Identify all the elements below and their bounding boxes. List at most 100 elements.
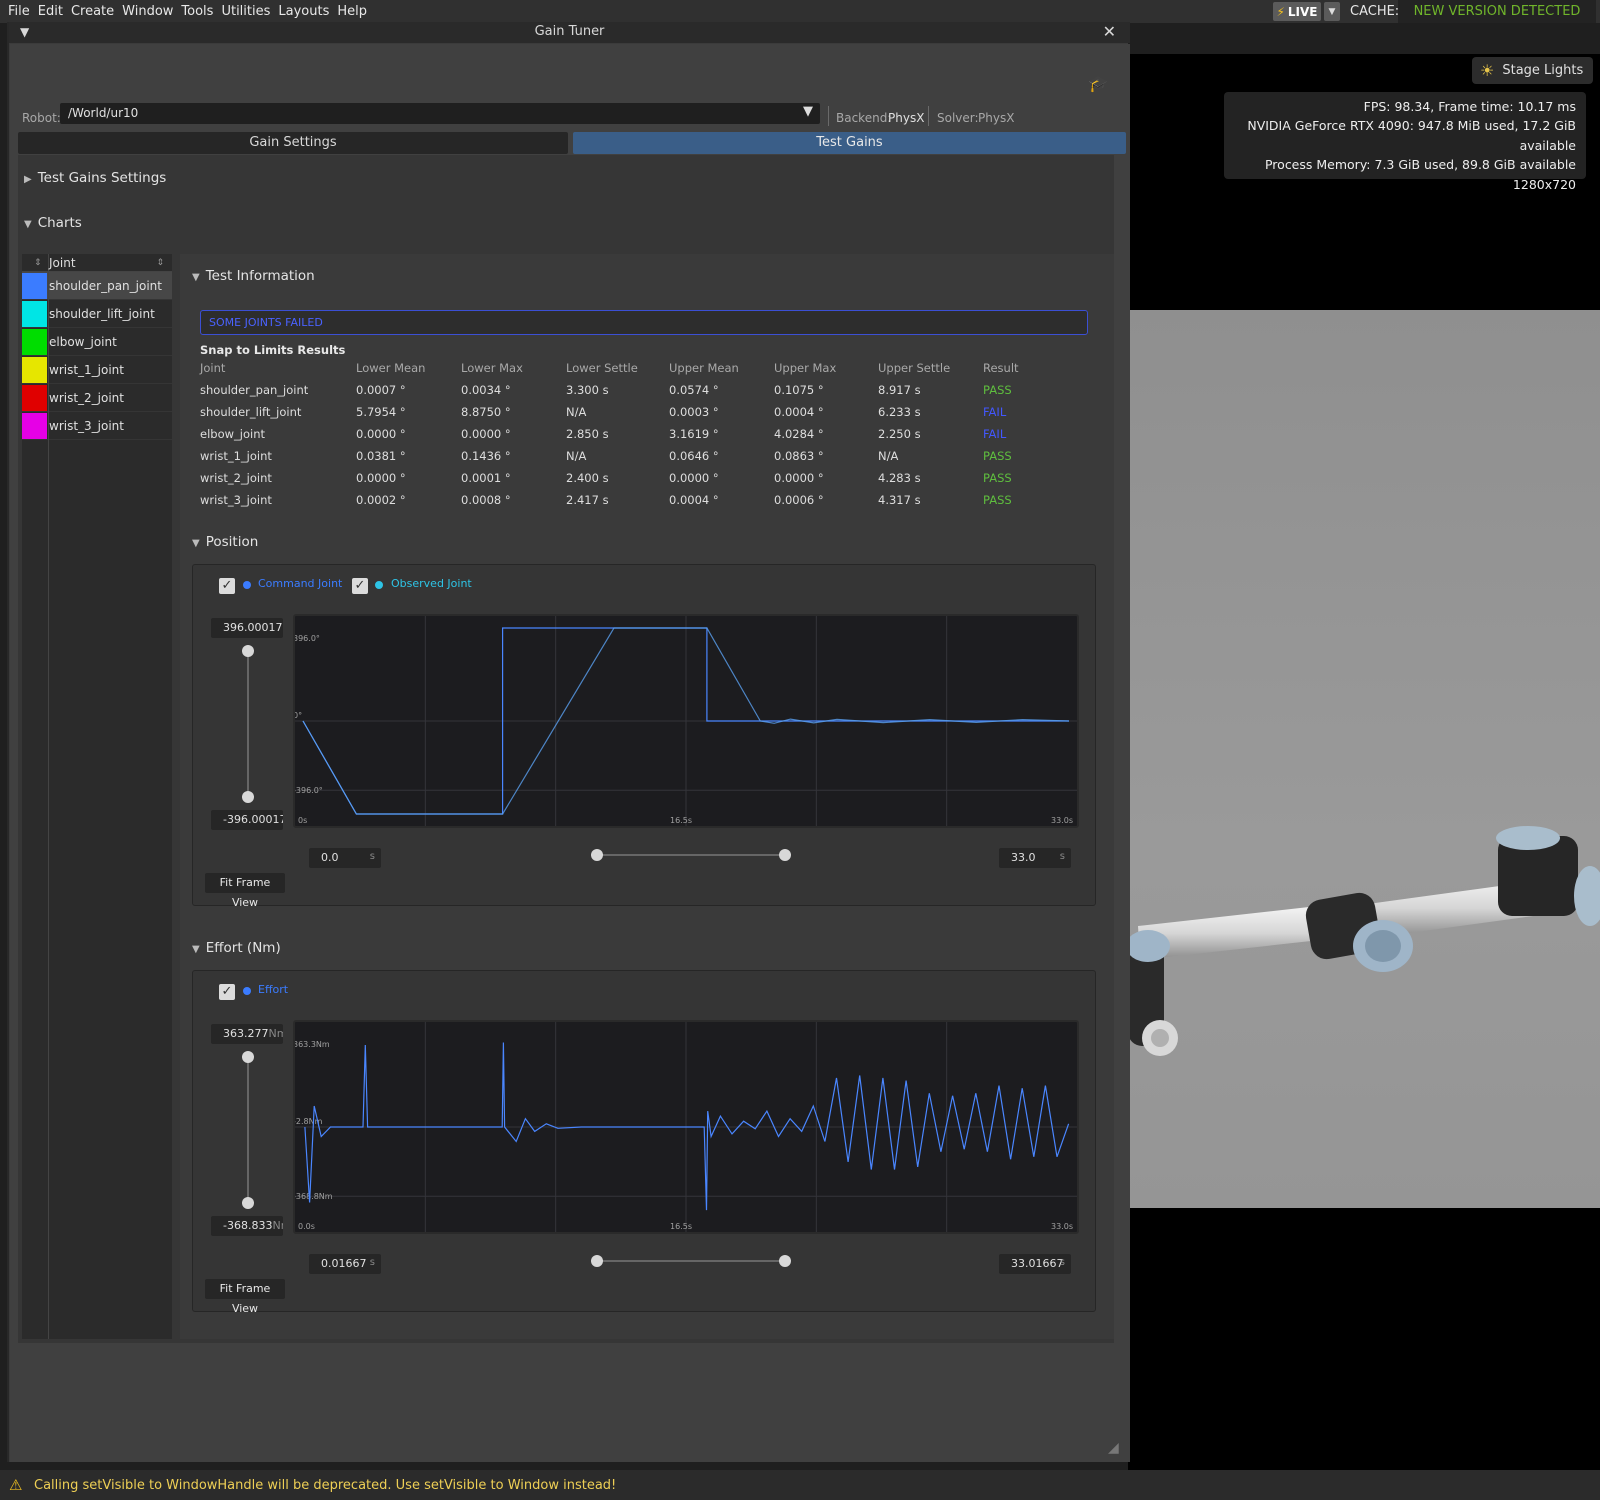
y-min-field[interactable]: -368.833Nm (211, 1216, 283, 1236)
legend-command-joint: Command Joint (258, 577, 343, 590)
test-gains-settings-header[interactable]: ▶ Test Gains Settings (24, 170, 166, 186)
joint-color-swatch (22, 356, 47, 383)
y-min-value: -368.833 (223, 1219, 273, 1232)
table-cell: 0.0004 ° (669, 493, 719, 507)
live-button[interactable]: ⚡ LIVE (1273, 2, 1321, 21)
time-range-slider[interactable] (597, 854, 785, 856)
tab-gain-settings[interactable]: Gain Settings (18, 132, 568, 154)
collapse-arrow-icon: ▼ (192, 944, 200, 955)
time-end-handle[interactable] (779, 1255, 791, 1267)
table-cell: shoulder_lift_joint (200, 405, 302, 419)
table-cell: 0.0000 ° (669, 471, 719, 485)
table-cell: N/A (566, 449, 587, 463)
joint-color-swatch (22, 384, 47, 411)
table-cell: wrist_1_joint (200, 449, 272, 463)
x-tick-label: 33.0s (1051, 816, 1073, 825)
viewport[interactable]: ☀ Stage Lights FPS: 98.34, Frame time: 1… (1128, 54, 1600, 1470)
joint-row[interactable]: wrist_2_joint (22, 384, 172, 412)
y-max-field[interactable]: 396.00017° (211, 618, 283, 638)
joint-row[interactable]: shoulder_pan_joint (22, 272, 172, 300)
effort-checkbox[interactable]: ✓ (219, 984, 235, 1000)
table-cell: 0.0000 ° (774, 471, 824, 485)
y-min-field[interactable]: -396.00017° (211, 810, 283, 830)
y-max-unit: ° (283, 621, 284, 634)
start-time-field[interactable]: 0.0 s (309, 848, 381, 868)
effort-chart: ✓ Effort 363.277Nm -368.833Nm 363.3Nm -2… (192, 970, 1096, 1315)
position-plot-area[interactable]: 396.0° 0° -396.0° 0s 16.5s 33.0s (293, 614, 1079, 828)
viewport-stats: FPS: 98.34, Frame time: 10.17 ms NVIDIA … (1224, 92, 1586, 192)
window-titlebar[interactable]: ▼ Gain Tuner ✕ (9, 22, 1130, 43)
joint-row[interactable]: wrist_1_joint (22, 356, 172, 384)
table-cell: 0.1436 ° (461, 449, 511, 463)
stage-lights-button[interactable]: ☀ Stage Lights (1472, 57, 1593, 84)
effort-plot-area[interactable]: 363.3Nm -2.8Nm -368.8Nm 0.0s 16.5s 33.0s (293, 1020, 1079, 1234)
results-row: shoulder_pan_joint 0.0007 ° 0.0034 ° 3.300 … (200, 383, 1080, 405)
test-gains-pane: ▶ Test Gains Settings ▼ Charts ⇕ Joint ⇕ s… (18, 155, 1114, 1343)
time-end-handle[interactable] (779, 849, 791, 861)
menu-file[interactable]: File (0, 4, 34, 19)
divider (48, 254, 49, 1339)
y-min-value: -396.00017 (223, 813, 283, 826)
tab-test-gains[interactable]: Test Gains (573, 132, 1126, 154)
menu-tools[interactable]: Tools (177, 4, 217, 19)
y-max-handle[interactable] (242, 645, 254, 657)
position-header[interactable]: ▼ Position (192, 534, 258, 550)
new-version-notice[interactable]: NEW VERSION DETECTED (1398, 0, 1596, 23)
robot-select[interactable]: /World/ur10 ▼ (60, 103, 820, 124)
table-cell: 3.1619 ° (669, 427, 719, 441)
fit-frame-view-button[interactable]: Fit Frame View (205, 873, 285, 909)
start-time-field[interactable]: 0.01667 s (309, 1254, 381, 1274)
joint-row[interactable]: wrist_3_joint (22, 412, 172, 440)
time-range-slider[interactable] (597, 1260, 785, 1262)
table-cell: 4.317 s (878, 493, 921, 507)
graduation-cap-icon[interactable]: 🎓 (1088, 74, 1108, 93)
legend-observed-joint: Observed Joint (391, 577, 472, 590)
table-cell: 0.0863 ° (774, 449, 824, 463)
charts-header[interactable]: ▼ Charts (24, 215, 82, 231)
y-min-handle[interactable] (242, 791, 254, 803)
command-joint-checkbox[interactable]: ✓ (219, 578, 235, 594)
menu-help[interactable]: Help (333, 4, 371, 19)
y-tick-label: -368.8Nm (295, 1192, 333, 1201)
end-time-field[interactable]: 33.01667 s (999, 1254, 1071, 1274)
test-gains-settings-title: Test Gains Settings (37, 170, 167, 186)
table-cell: 0.0574 ° (669, 383, 719, 397)
resize-handle-icon[interactable]: ◢ (1108, 1440, 1119, 1456)
y-max-field[interactable]: 363.277Nm (211, 1024, 283, 1044)
menu-layouts[interactable]: Layouts (274, 4, 333, 19)
y-range-slider[interactable] (247, 1057, 249, 1203)
effort-header[interactable]: ▼ Effort (Nm) (192, 940, 281, 956)
menu-create[interactable]: Create (67, 4, 118, 19)
observed-joint-checkbox[interactable]: ✓ (352, 578, 368, 594)
joint-color-swatch (22, 412, 47, 439)
y-min-handle[interactable] (242, 1197, 254, 1209)
test-information-header[interactable]: ▼ Test Information (192, 268, 315, 284)
menu-window[interactable]: Window (118, 4, 177, 19)
menu-utilities[interactable]: Utilities (217, 4, 274, 19)
time-start-handle[interactable] (591, 1255, 603, 1267)
results-table: Joint Lower Mean Lower Max Lower Settle Uppe… (200, 361, 1080, 515)
time-start-handle[interactable] (591, 849, 603, 861)
end-time-field[interactable]: 33.0 s (999, 848, 1071, 868)
y-tick-label: 396.0° (295, 634, 320, 643)
close-icon[interactable]: ✕ (1103, 22, 1116, 42)
position-plot-svg: 396.0° 0° -396.0° 0s 16.5s 33.0s (295, 616, 1077, 826)
joint-row[interactable]: shoulder_lift_joint (22, 300, 172, 328)
chevron-down-icon: ▼ (1328, 6, 1336, 17)
x-tick-label: 0s (298, 816, 307, 825)
charts-title: Charts (37, 215, 82, 231)
result-badge: PASS (983, 493, 1012, 507)
y-range-slider[interactable] (247, 651, 249, 797)
robot-arm-render (1128, 826, 1600, 1056)
menu-edit[interactable]: Edit (34, 4, 67, 19)
joint-name: elbow_joint (49, 334, 117, 349)
joint-row[interactable]: elbow_joint (22, 328, 172, 356)
joint-list-header[interactable]: ⇕ Joint ⇕ (22, 254, 172, 272)
y-max-handle[interactable] (242, 1051, 254, 1063)
fit-frame-view-button[interactable]: Fit Frame View (205, 1279, 285, 1315)
collapse-triangle-icon[interactable]: ▼ (20, 22, 29, 42)
live-dropdown-button[interactable]: ▼ (1324, 2, 1340, 21)
y-max-value: 363.277 (223, 1027, 269, 1040)
table-cell: N/A (878, 449, 899, 463)
start-time-value: 0.01667 (321, 1257, 367, 1270)
